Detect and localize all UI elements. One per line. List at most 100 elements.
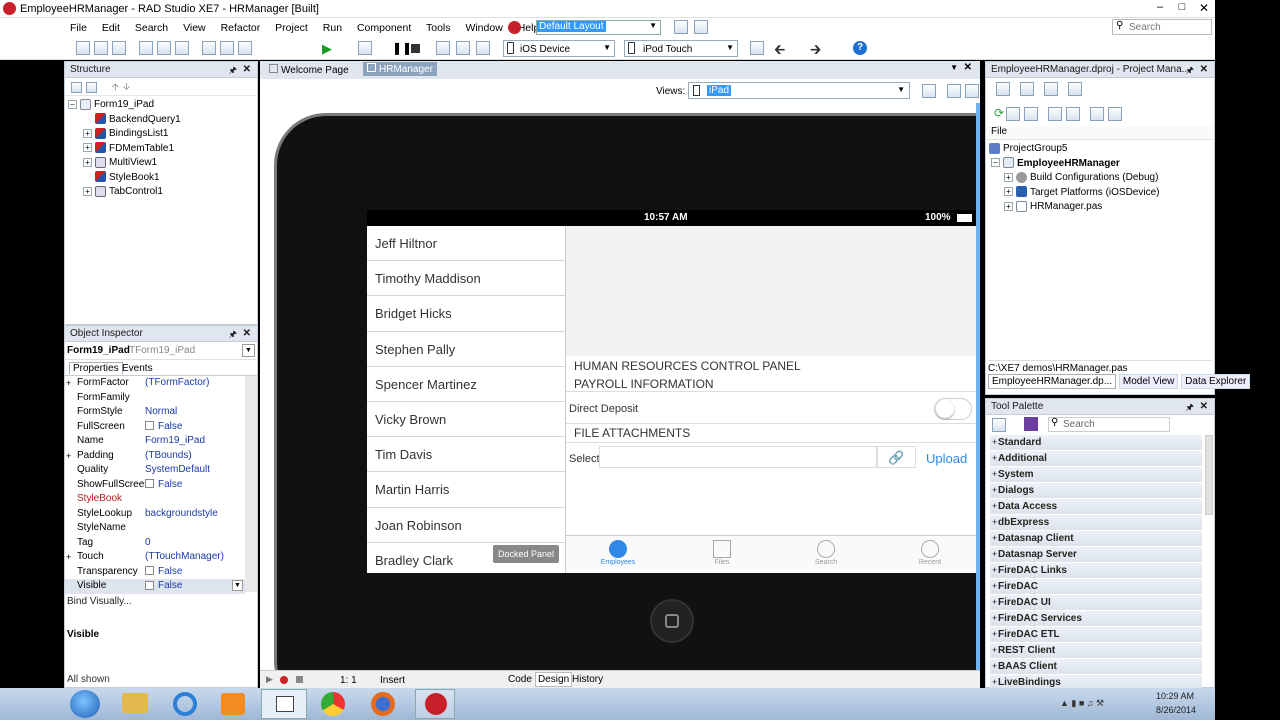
menu-tools[interactable]: Tools xyxy=(426,22,451,34)
property-row[interactable]: Transparency False xyxy=(65,565,245,580)
views-select[interactable]: iPad ▼ xyxy=(688,82,910,99)
property-value[interactable]: False xyxy=(145,420,182,435)
device-select[interactable]: iPod Touch ▼ xyxy=(624,40,738,57)
employee-list-item[interactable]: Timothy Maddison xyxy=(367,261,565,297)
tab-data-explorer[interactable]: Data Explorer xyxy=(1181,374,1251,389)
employee-list-item[interactable]: Tim Davis xyxy=(367,437,565,473)
property-value[interactable]: Form19_iPad xyxy=(145,434,205,449)
upload-button[interactable]: Upload xyxy=(926,451,967,466)
expand-icon[interactable]: + xyxy=(66,550,71,565)
expand-icon[interactable] xyxy=(86,81,97,93)
property-row[interactable]: StyleLookup backgroundstyle xyxy=(65,507,245,522)
checkbox[interactable] xyxy=(145,421,154,431)
media-player-icon[interactable] xyxy=(221,693,245,715)
collapse-icon[interactable] xyxy=(1006,107,1021,122)
ide-task-icon[interactable] xyxy=(261,689,307,719)
palette-category[interactable]: + Datasnap Server xyxy=(990,547,1202,563)
ide-search-input[interactable]: ⚲ Search xyxy=(1112,19,1212,35)
down-icon[interactable]: 🡫 xyxy=(123,82,130,93)
build-icon[interactable] xyxy=(1066,107,1081,122)
new-icon[interactable] xyxy=(76,41,90,55)
tab-design[interactable]: Design xyxy=(535,672,573,687)
palette-category[interactable]: + Standard xyxy=(990,435,1202,451)
device-settings-icon[interactable] xyxy=(922,84,936,98)
tab-project[interactable]: EmployeeHRManager.dp... xyxy=(988,374,1117,389)
employee-list-item[interactable]: Spencer Martinez xyxy=(367,366,565,402)
menu-refactor[interactable]: Refactor xyxy=(221,22,261,34)
property-row[interactable]: FullScreen False xyxy=(65,420,245,435)
firefox-icon[interactable] xyxy=(371,692,395,716)
property-value[interactable]: (TTouchManager) xyxy=(145,550,224,565)
step-over-icon[interactable] xyxy=(456,41,470,55)
project-group[interactable]: ProjectGroup5 xyxy=(989,142,1214,157)
categories-icon[interactable] xyxy=(992,418,1006,432)
tab-employees[interactable]: Employees xyxy=(588,540,648,566)
tab-files[interactable]: Files xyxy=(692,540,752,566)
palette-category[interactable]: + System xyxy=(990,467,1202,483)
menu-run[interactable]: Run xyxy=(323,22,342,34)
ie-icon[interactable] xyxy=(173,692,197,716)
property-value[interactable]: False xyxy=(145,478,182,493)
menu-edit[interactable]: Edit xyxy=(102,22,120,34)
chevron-down-icon[interactable]: ▼ xyxy=(242,344,255,357)
vertical-scrollbar[interactable] xyxy=(976,103,980,675)
property-value[interactable]: SystemDefault xyxy=(145,463,210,478)
close-button[interactable]: ✕ xyxy=(1194,1,1214,15)
menu-window[interactable]: Window xyxy=(465,22,502,34)
close-icon[interactable]: ✕ xyxy=(1200,399,1208,415)
forward-icon[interactable]: 🡲 xyxy=(810,39,821,63)
palette-icon[interactable] xyxy=(1024,417,1038,431)
property-row[interactable]: StyleName xyxy=(65,521,245,536)
employee-list-item[interactable]: Stephen Pally xyxy=(367,331,565,367)
tab-welcome-page[interactable]: Welcome Page xyxy=(266,63,352,77)
tree-root[interactable]: – Form19_iPad xyxy=(68,98,257,113)
menu-component[interactable]: Component xyxy=(357,22,411,34)
palette-category[interactable]: + FireDAC xyxy=(990,579,1202,595)
tab-hrmanager[interactable]: HRManager xyxy=(363,62,437,76)
rotate-icon[interactable] xyxy=(947,84,961,98)
property-row[interactable]: + FormFactor (TFormFactor) xyxy=(65,376,245,391)
tab-events[interactable]: Events xyxy=(122,363,153,374)
save-icon[interactable] xyxy=(174,41,189,55)
tab-recent[interactable]: Recent xyxy=(900,540,960,566)
palette-category[interactable]: + BAAS Client xyxy=(990,659,1202,675)
menu-search[interactable]: Search xyxy=(135,22,168,34)
property-row[interactable]: Name Form19_iPad xyxy=(65,434,245,449)
palette-category[interactable]: + Dialogs xyxy=(990,483,1202,499)
close-icon[interactable]: ✕ xyxy=(243,326,251,342)
file-path-input[interactable] xyxy=(599,446,877,468)
chevron-down-icon[interactable]: ▼ xyxy=(232,580,243,591)
view-icon[interactable] xyxy=(1068,82,1082,96)
run-icon[interactable]: ▶ xyxy=(322,41,332,57)
run-without-debug-icon[interactable] xyxy=(358,41,372,55)
tree-item[interactable]: StyleBook1 xyxy=(68,171,257,186)
tree-item[interactable]: BackendQuery1 xyxy=(68,113,257,128)
property-row[interactable]: FormStyle Normal xyxy=(65,405,245,420)
tree-item[interactable]: + TabControl1 xyxy=(68,185,257,200)
open-project-icon[interactable] xyxy=(156,41,171,55)
build-configurations[interactable]: + Build Configurations (Debug) xyxy=(989,171,1214,186)
copy-icon[interactable] xyxy=(112,41,126,55)
start-button[interactable] xyxy=(70,690,100,718)
close-icon[interactable]: ✕ xyxy=(1200,62,1208,78)
tab-menu-icon[interactable]: ▼ xyxy=(950,63,958,72)
remove-file-icon[interactable] xyxy=(237,41,252,55)
maximize-button[interactable]: □ xyxy=(1172,1,1192,15)
add-file-icon[interactable] xyxy=(219,41,234,55)
menu-project[interactable]: Project xyxy=(275,22,308,34)
link-icon[interactable]: 🔗 xyxy=(877,446,916,468)
palette-category[interactable]: + REST Client xyxy=(990,643,1202,659)
menu-file[interactable]: File xyxy=(70,22,87,34)
tree-item[interactable]: + MultiView1 xyxy=(68,156,257,171)
activate-icon[interactable] xyxy=(996,82,1010,96)
property-row[interactable]: Quality SystemDefault xyxy=(65,463,245,478)
record-macro-icon[interactable] xyxy=(280,676,288,684)
palette-category[interactable]: + Additional xyxy=(990,451,1202,467)
close-icon[interactable]: ✕ xyxy=(243,62,251,78)
home-button[interactable] xyxy=(650,599,694,643)
save-layout-icon[interactable] xyxy=(674,20,688,34)
minimize-button[interactable]: – xyxy=(1150,1,1170,15)
tab-code[interactable]: Code xyxy=(508,674,532,685)
checkbox[interactable] xyxy=(145,479,154,489)
target-platforms[interactable]: + Target Platforms (iOSDevice) xyxy=(989,186,1214,201)
